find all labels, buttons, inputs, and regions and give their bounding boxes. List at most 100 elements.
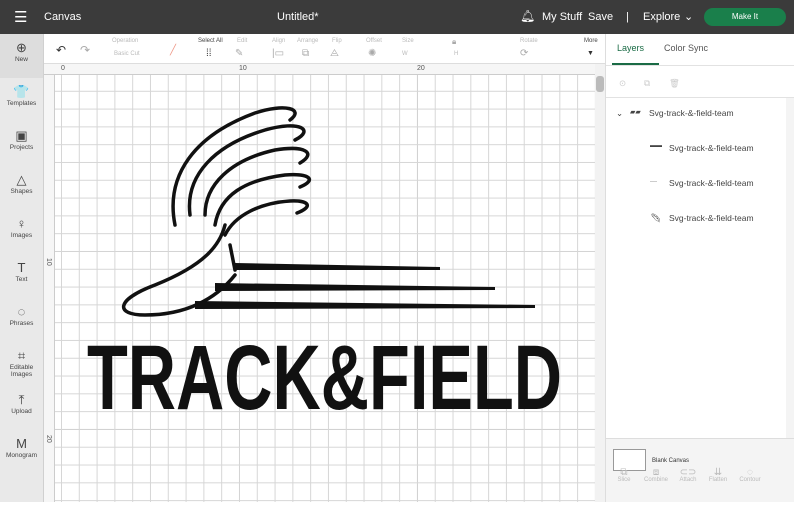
ruler-tick: 10 <box>45 258 52 266</box>
sidebar-item-text[interactable]: T Text <box>0 254 43 298</box>
sidebar-item-editable-images[interactable]: ⌗ Editable Images <box>0 342 43 386</box>
rotate-icon[interactable]: ⟳ <box>520 48 528 59</box>
sidebar-label: Monogram <box>5 452 38 459</box>
crop-icon: ⌗ <box>17 348 26 363</box>
project-title[interactable]: Untitled* <box>277 11 319 23</box>
bell-icon[interactable]: 🔔︎ <box>520 9 535 23</box>
select-all-icon[interactable]: ⁞⁞ <box>206 48 212 59</box>
ruler-tick: 20 <box>45 435 52 443</box>
layers-panel: Layers Color Sync ⊙ ⧉ 🗑︎ ⌄ ▰▰ Svg-track-… <box>605 34 794 502</box>
flip-icon[interactable]: ⨺ <box>330 48 339 59</box>
upload-icon: ⤒ <box>18 392 25 407</box>
monogram-icon: M <box>16 436 27 451</box>
slice-button[interactable]: Slice <box>609 477 639 483</box>
sidebar-item-phrases[interactable]: ◌ Phrases <box>0 298 43 342</box>
group-icon[interactable]: ⊙ <box>619 78 626 89</box>
ruler-tick: 0 <box>61 65 65 72</box>
layer-thumbnail-icon: — <box>650 178 657 185</box>
sidebar-item-projects[interactable]: ▣ Projects <box>0 122 43 166</box>
width-label: W <box>402 51 408 57</box>
explore-menu[interactable]: Explore <box>643 11 680 23</box>
layer-item[interactable]: Svg-track-&-field-team <box>669 213 754 223</box>
track-field-text: TRACK&FIELD <box>87 327 562 429</box>
my-stuff-link[interactable]: My Stuff <box>542 11 582 23</box>
save-button[interactable]: Save <box>588 11 613 23</box>
sidebar-label: Projects <box>9 144 34 151</box>
offset-icon[interactable]: ✺ <box>368 48 376 59</box>
expand-chevron-icon[interactable]: ⌄ <box>616 108 623 119</box>
left-sidebar: ⊕ New 👕 Templates ▣ Projects △ Shapes ♀ Image… <box>0 34 44 502</box>
layer-item[interactable]: Svg-track-&-field-team <box>669 143 754 153</box>
sidebar-item-new[interactable]: ⊕ New <box>0 34 43 78</box>
text-icon: T <box>17 260 26 275</box>
hamburger-icon[interactable]: ☰ <box>14 8 27 26</box>
combine-button[interactable]: Combine <box>641 477 671 483</box>
make-it-button[interactable]: Make It <box>704 8 786 26</box>
offset-label: Offset <box>366 38 382 44</box>
bulb-icon: ♀ <box>16 216 27 231</box>
lock-icon[interactable]: 🔒︎ <box>452 37 456 47</box>
track-field-artwork[interactable]: TRACK&FIELD <box>55 75 595 502</box>
sidebar-label: Editable Images <box>9 364 34 378</box>
panel-bottom: Blank Canvas ⧉ Slice ⧈ Combine ⊂⊃ Attach ⇊ F… <box>606 438 794 502</box>
chevron-down-icon[interactable]: ⌄ <box>684 10 693 23</box>
tab-color-sync[interactable]: Color Sync <box>664 43 708 53</box>
caret-down-icon[interactable]: ▼ <box>587 50 594 57</box>
align-icon[interactable]: |▭ <box>272 48 284 59</box>
speed-lines <box>195 263 535 309</box>
redo-icon[interactable]: ↷ <box>80 43 90 57</box>
sidebar-label: Phrases <box>9 320 34 327</box>
sidebar-label: Images <box>10 232 33 239</box>
rotate-label: Rotate <box>520 38 538 44</box>
contour-button[interactable]: Contour <box>735 477 765 483</box>
height-label: H <box>454 51 459 57</box>
sidebar-label: New <box>14 56 28 63</box>
projects-icon: ▣ <box>15 128 28 143</box>
layers-scrollbar[interactable] <box>786 98 794 438</box>
sidebar-label: Upload <box>11 408 32 415</box>
shirt-icon: 👕 <box>13 84 30 99</box>
edit-label: Edit <box>237 38 248 44</box>
attach-button[interactable]: Attach <box>673 477 703 483</box>
operation-label: Operation <box>112 38 139 44</box>
undo-icon[interactable]: ↶ <box>56 43 66 57</box>
blank-canvas-label: Blank Canvas <box>652 458 690 464</box>
top-bar: ☰ Canvas Untitled* 🔔︎ My Stuff Save | Ex… <box>0 0 794 34</box>
sidebar-item-upload[interactable]: ⤒ Upload <box>0 386 43 430</box>
sidebar-item-images[interactable]: ♀ Images <box>0 210 43 254</box>
arrange-icon[interactable]: ⧉ <box>302 48 309 59</box>
align-label: Align <box>272 38 286 44</box>
linetype-color-icon[interactable]: ╱ <box>170 45 176 56</box>
tab-layers[interactable]: Layers <box>617 43 644 53</box>
size-label: Size <box>402 38 414 44</box>
ungroup-icon[interactable]: ⧉ <box>644 78 650 89</box>
shapes-icon: △ <box>16 172 27 187</box>
layer-thumbnail-icon: ▬▬ <box>650 143 662 149</box>
delete-icon[interactable]: 🗑︎ <box>669 78 680 89</box>
separator: | <box>626 11 629 23</box>
layer-thumbnail-icon: 🪶︎ <box>650 213 661 223</box>
operation-select[interactable]: Basic Cut <box>114 51 140 57</box>
design-canvas[interactable]: TRACK&FIELD <box>55 75 595 502</box>
ruler-tick: 20 <box>417 65 425 72</box>
canvas-scrollbar[interactable] <box>595 64 605 502</box>
plus-circle-icon: ⊕ <box>16 40 27 55</box>
select-all-label[interactable]: Select All <box>198 38 223 44</box>
group-thumbnail-icon: ▰▰ <box>630 109 641 116</box>
app-name: Canvas <box>44 11 82 23</box>
arrange-label: Arrange <box>297 38 319 44</box>
flip-label: Flip <box>332 38 342 44</box>
sidebar-label: Text <box>15 276 28 283</box>
edit-toolbar: ↶ ↷ Operation Basic Cut ╱ Select All ⁞⁞ … <box>44 34 605 64</box>
horizontal-ruler: 0 10 20 <box>44 64 595 75</box>
more-menu[interactable]: More <box>584 38 598 44</box>
speech-icon: ◌ <box>17 304 26 319</box>
flatten-button[interactable]: Flatten <box>703 477 733 483</box>
sidebar-item-monogram[interactable]: M Monogram <box>0 430 43 474</box>
layer-item[interactable]: Svg-track-&-field-team <box>669 178 754 188</box>
layer-group[interactable]: Svg-track-&-field-team <box>649 108 734 118</box>
vertical-ruler: 10 20 <box>44 75 55 502</box>
sidebar-item-templates[interactable]: 👕 Templates <box>0 78 43 122</box>
sidebar-item-shapes[interactable]: △ Shapes <box>0 166 43 210</box>
pencil-icon[interactable]: ✎ <box>235 48 243 59</box>
